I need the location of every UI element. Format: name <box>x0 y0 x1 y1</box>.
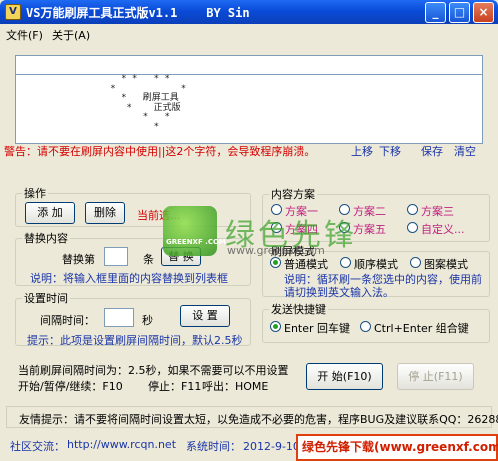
hotkey-enter-radio[interactable] <box>270 321 281 332</box>
mode-pattern-label[interactable]: 图案模式 <box>424 256 468 272</box>
content-input[interactable] <box>15 55 483 75</box>
set-interval-button[interactable]: 设 置 <box>180 305 230 327</box>
hotkey-show: 呼出：HOME <box>202 380 269 393</box>
window-title: VS万能刷屏工具正式版v1.1 BY Sin <box>26 6 250 20</box>
hotkey-stop: 停止：F11 <box>148 380 202 393</box>
status-panel: 当前刷屏间隔时间为：2.5秒，如果不需要可以不用设置 开始/暂停/继续：F10 … <box>15 352 289 393</box>
minimize-button[interactable]: _ <box>425 2 446 23</box>
friendly-tip-box: 友情提示：请不要将间隔时间设置太短，以免造成不必要的危害，程序BUG及建议联系Q… <box>6 406 498 428</box>
hotkey-legend: 发送快捷键 <box>271 303 326 316</box>
title-bar[interactable]: V VS万能刷屏工具正式版v1.1 BY Sin _ □ × <box>0 0 498 24</box>
system-time-label: 系统时间： <box>186 440 241 453</box>
save-link[interactable]: 保存 <box>421 143 443 159</box>
replace-legend: 替换内容 <box>24 232 68 245</box>
start-button[interactable]: 开 始(F10) <box>306 363 383 390</box>
schemes-legend: 内容方案 <box>271 188 315 201</box>
scheme-custom-radio[interactable] <box>407 222 418 233</box>
friendly-tip: 友情提示：请不要将间隔时间设置太短，以免造成不必要的危害，程序BUG及建议联系Q… <box>19 413 498 426</box>
hotkey-start: 开始/暂停/继续：F10 <box>18 380 123 393</box>
replace-line-input[interactable] <box>104 247 128 266</box>
replace-line-label: 替换第 <box>62 253 95 266</box>
timing-legend: 设置时间 <box>24 292 68 305</box>
watermark-url: www.greenxf.com <box>227 244 325 257</box>
warning-text: 警告：请不要在刷屏内容中使用||这2个字符，会导致程序崩溃。 <box>4 145 316 158</box>
move-down-link[interactable]: 下移 <box>379 143 401 159</box>
timing-tip: 提示：此项是设置刷屏间隔时间，默认2.5秒 <box>27 334 243 347</box>
ops-legend: 操作 <box>24 187 46 200</box>
content-list[interactable]: * * * * * * * 刷屏工具 * 正式版 * * * <box>15 74 483 144</box>
scheme-3-label[interactable]: 方案三 <box>421 203 454 219</box>
menu-file[interactable]: 文件(F) <box>6 27 43 43</box>
community-link[interactable]: http://www.rcqn.net <box>67 438 176 451</box>
preview-art: * * * * * * * 刷屏工具 * 正式版 * * * <box>110 74 187 132</box>
watermark-badge: 绿色先锋下载(www.greenxf.com) <box>296 434 498 461</box>
move-up-link[interactable]: 上移 <box>351 143 373 159</box>
replace-note: 说明：将输入框里面的内容替换到列表框 <box>30 272 228 285</box>
watermark-logo: GREENXF .COM 绿色先锋 www.greenxf.com <box>163 206 363 266</box>
menu-bar: 文件(F) 关于(A) <box>0 24 498 43</box>
add-button[interactable]: 添 加 <box>25 202 75 224</box>
interval-input[interactable] <box>104 308 134 327</box>
hotkey-ctrl-enter-label[interactable]: Ctrl+Enter 组合键 <box>374 320 469 336</box>
mode-pattern-radio[interactable] <box>410 257 421 268</box>
scheme-3-radio[interactable] <box>407 204 418 215</box>
watermark-leaf-icon <box>163 206 217 256</box>
clear-link[interactable]: 清空 <box>454 143 476 159</box>
interval-label: 间隔时间： <box>40 314 95 327</box>
hotkey-enter-label[interactable]: Enter 回车键 <box>284 320 350 336</box>
close-button[interactable]: × <box>473 2 494 23</box>
menu-about[interactable]: 关于(A) <box>52 27 90 43</box>
mode-note: 说明：循环刷一条您选中的内容，使用前请切换到英文输入法。 <box>284 273 482 299</box>
delete-button[interactable]: 删除 <box>85 202 125 224</box>
interval-status: 当前刷屏间隔时间为：2.5秒，如果不需要可以不用设置 <box>18 364 289 377</box>
scheme-custom-label[interactable]: 自定义... <box>421 221 465 237</box>
interval-unit: 秒 <box>142 314 153 327</box>
maximize-button[interactable]: □ <box>449 2 470 23</box>
community-label: 社区交流： <box>10 440 65 453</box>
app-icon[interactable]: V <box>5 4 21 20</box>
stop-button[interactable]: 停 止(F11) <box>397 363 474 390</box>
hotkey-ctrl-enter-radio[interactable] <box>360 321 371 332</box>
replace-line-unit: 条 <box>143 253 154 266</box>
watermark-logo-sub: GREENXF .COM <box>166 238 226 246</box>
